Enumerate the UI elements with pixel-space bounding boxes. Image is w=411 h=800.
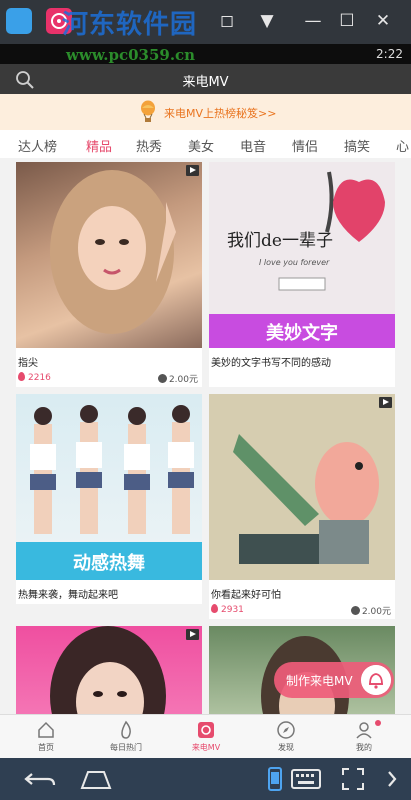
mv-title: 指尖 bbox=[18, 358, 38, 369]
category-tabs: 达人榜 精品 热秀 美女 电音 情侣 搞笑 心 bbox=[0, 130, 411, 158]
mv-icon bbox=[198, 722, 214, 738]
mv-title: 美妙的文字书写不同的感动 bbox=[211, 358, 331, 369]
tab-electronic[interactable]: 电音 bbox=[240, 136, 266, 155]
mv-card[interactable]: 我们de一辈子 I love you forever 美妙文字 美妙的文字书写不… bbox=[209, 162, 395, 387]
notification-dot bbox=[375, 720, 381, 726]
watermark-name: 河东软件园 bbox=[62, 10, 198, 40]
nav-discover-label: 发现 bbox=[278, 743, 294, 752]
nav-mv-label: 来电MV bbox=[191, 743, 221, 752]
mv-card[interactable]: 你看起来好可怕 2931 2.00元 bbox=[209, 394, 395, 619]
nav-daily-hot[interactable]: 每日热门 bbox=[85, 715, 167, 759]
banner-text: 来电MV上热榜秘笈>> bbox=[164, 107, 277, 120]
tab-beauty[interactable]: 美女 bbox=[188, 136, 214, 155]
status-bar: 2:22 bbox=[0, 44, 411, 64]
search-icon[interactable] bbox=[14, 69, 36, 91]
emulator-titlebar: 河东软件园 ◻ ▼ — ☐ ✕ bbox=[0, 0, 411, 44]
flame-icon bbox=[121, 720, 131, 739]
compass-icon bbox=[277, 721, 295, 739]
mv-thumbnail: 动感热舞 bbox=[16, 394, 202, 580]
mv-title: 热舞来袭，舞动起来吧 bbox=[18, 590, 118, 601]
mv-card[interactable]: 指尖 2216 2.00元 bbox=[16, 162, 202, 387]
mv-price: 2.00元 bbox=[157, 372, 198, 385]
home-icon bbox=[38, 721, 54, 738]
watermark-url: www.pc0359.cn bbox=[66, 46, 196, 64]
nav-daily-hot-label: 每日热门 bbox=[110, 743, 142, 752]
fullscreen-icon[interactable] bbox=[340, 766, 366, 792]
mv-thumbnail bbox=[209, 394, 395, 580]
mv-likes: 2931 bbox=[211, 604, 244, 615]
mv-card[interactable] bbox=[16, 626, 202, 714]
status-time: 2:22 bbox=[376, 47, 403, 61]
phone-rotate-icon[interactable] bbox=[266, 766, 284, 792]
nav-discover[interactable]: 发现 bbox=[245, 715, 327, 759]
hot-tips-banner[interactable]: 来电MV上热榜秘笈>> bbox=[0, 94, 411, 130]
mv-likes: 2216 bbox=[18, 372, 51, 383]
emulator-system-bar bbox=[0, 758, 411, 800]
maximize-icon[interactable]: ☐ bbox=[334, 10, 360, 32]
tab-top-talent[interactable]: 达人榜 bbox=[18, 136, 57, 155]
nav-me[interactable]: 我的 bbox=[323, 715, 405, 759]
coin-icon bbox=[350, 606, 360, 615]
tab-couples[interactable]: 情侣 bbox=[292, 136, 318, 155]
nav-mv[interactable]: 来电MV bbox=[165, 715, 247, 759]
play-icon bbox=[186, 629, 199, 640]
app-header: 来电MV bbox=[0, 64, 411, 94]
restore-icon[interactable]: ◻ bbox=[214, 10, 240, 32]
mv-title: 你看起来好可怕 bbox=[211, 590, 281, 601]
coin-icon bbox=[157, 374, 167, 383]
tab-heart[interactable]: 心 bbox=[396, 136, 409, 155]
nav-home-label: 首页 bbox=[38, 743, 54, 752]
thumb-subline: I love you forever bbox=[259, 258, 330, 267]
play-icon bbox=[379, 397, 392, 408]
thumb-headline: 我们de一辈子 bbox=[227, 231, 333, 251]
mv-card[interactable]: 动感热舞 热舞来袭，舞动起来吧 bbox=[16, 394, 202, 604]
thumb-caption: 动感热舞 bbox=[73, 553, 145, 574]
minimize-icon[interactable]: — bbox=[300, 10, 326, 32]
balloon-icon bbox=[141, 100, 155, 122]
bottom-navigation: 首页 每日热门 来电MV 发现 我的 bbox=[0, 714, 411, 759]
tab-funny[interactable]: 搞笑 bbox=[344, 136, 370, 155]
make-mv-button[interactable]: 制作来电MV bbox=[274, 662, 394, 698]
mv-price: 2.00元 bbox=[350, 604, 391, 617]
page-title: 来电MV bbox=[182, 75, 229, 90]
mv-thumbnail bbox=[16, 626, 202, 714]
mv-thumbnail: 我们de一辈子 I love you forever 美妙文字 bbox=[209, 162, 395, 348]
back-icon[interactable] bbox=[22, 766, 58, 792]
mv-grid: 指尖 2216 2.00元 我们de一辈子 I love you forever… bbox=[0, 158, 411, 714]
mv-thumbnail bbox=[16, 162, 202, 348]
chevron-right-icon[interactable] bbox=[384, 766, 400, 792]
bell-icon bbox=[361, 665, 391, 695]
flame-icon bbox=[211, 604, 218, 613]
nav-me-label: 我的 bbox=[356, 743, 372, 752]
play-icon bbox=[186, 165, 199, 176]
user-icon bbox=[356, 722, 372, 739]
emulator-app-icon[interactable] bbox=[6, 8, 32, 34]
thumb-caption: 美妙文字 bbox=[266, 323, 338, 344]
keyboard-icon[interactable] bbox=[290, 766, 322, 792]
flame-icon bbox=[18, 372, 25, 381]
tab-hot-show[interactable]: 热秀 bbox=[136, 136, 162, 155]
nav-home[interactable]: 首页 bbox=[5, 715, 87, 759]
close-icon[interactable]: ✕ bbox=[370, 10, 396, 32]
make-mv-label: 制作来电MV bbox=[286, 674, 353, 688]
tab-featured[interactable]: 精品 bbox=[86, 136, 112, 155]
menu-down-icon[interactable]: ▼ bbox=[254, 10, 280, 32]
home-button-icon[interactable] bbox=[78, 766, 114, 792]
